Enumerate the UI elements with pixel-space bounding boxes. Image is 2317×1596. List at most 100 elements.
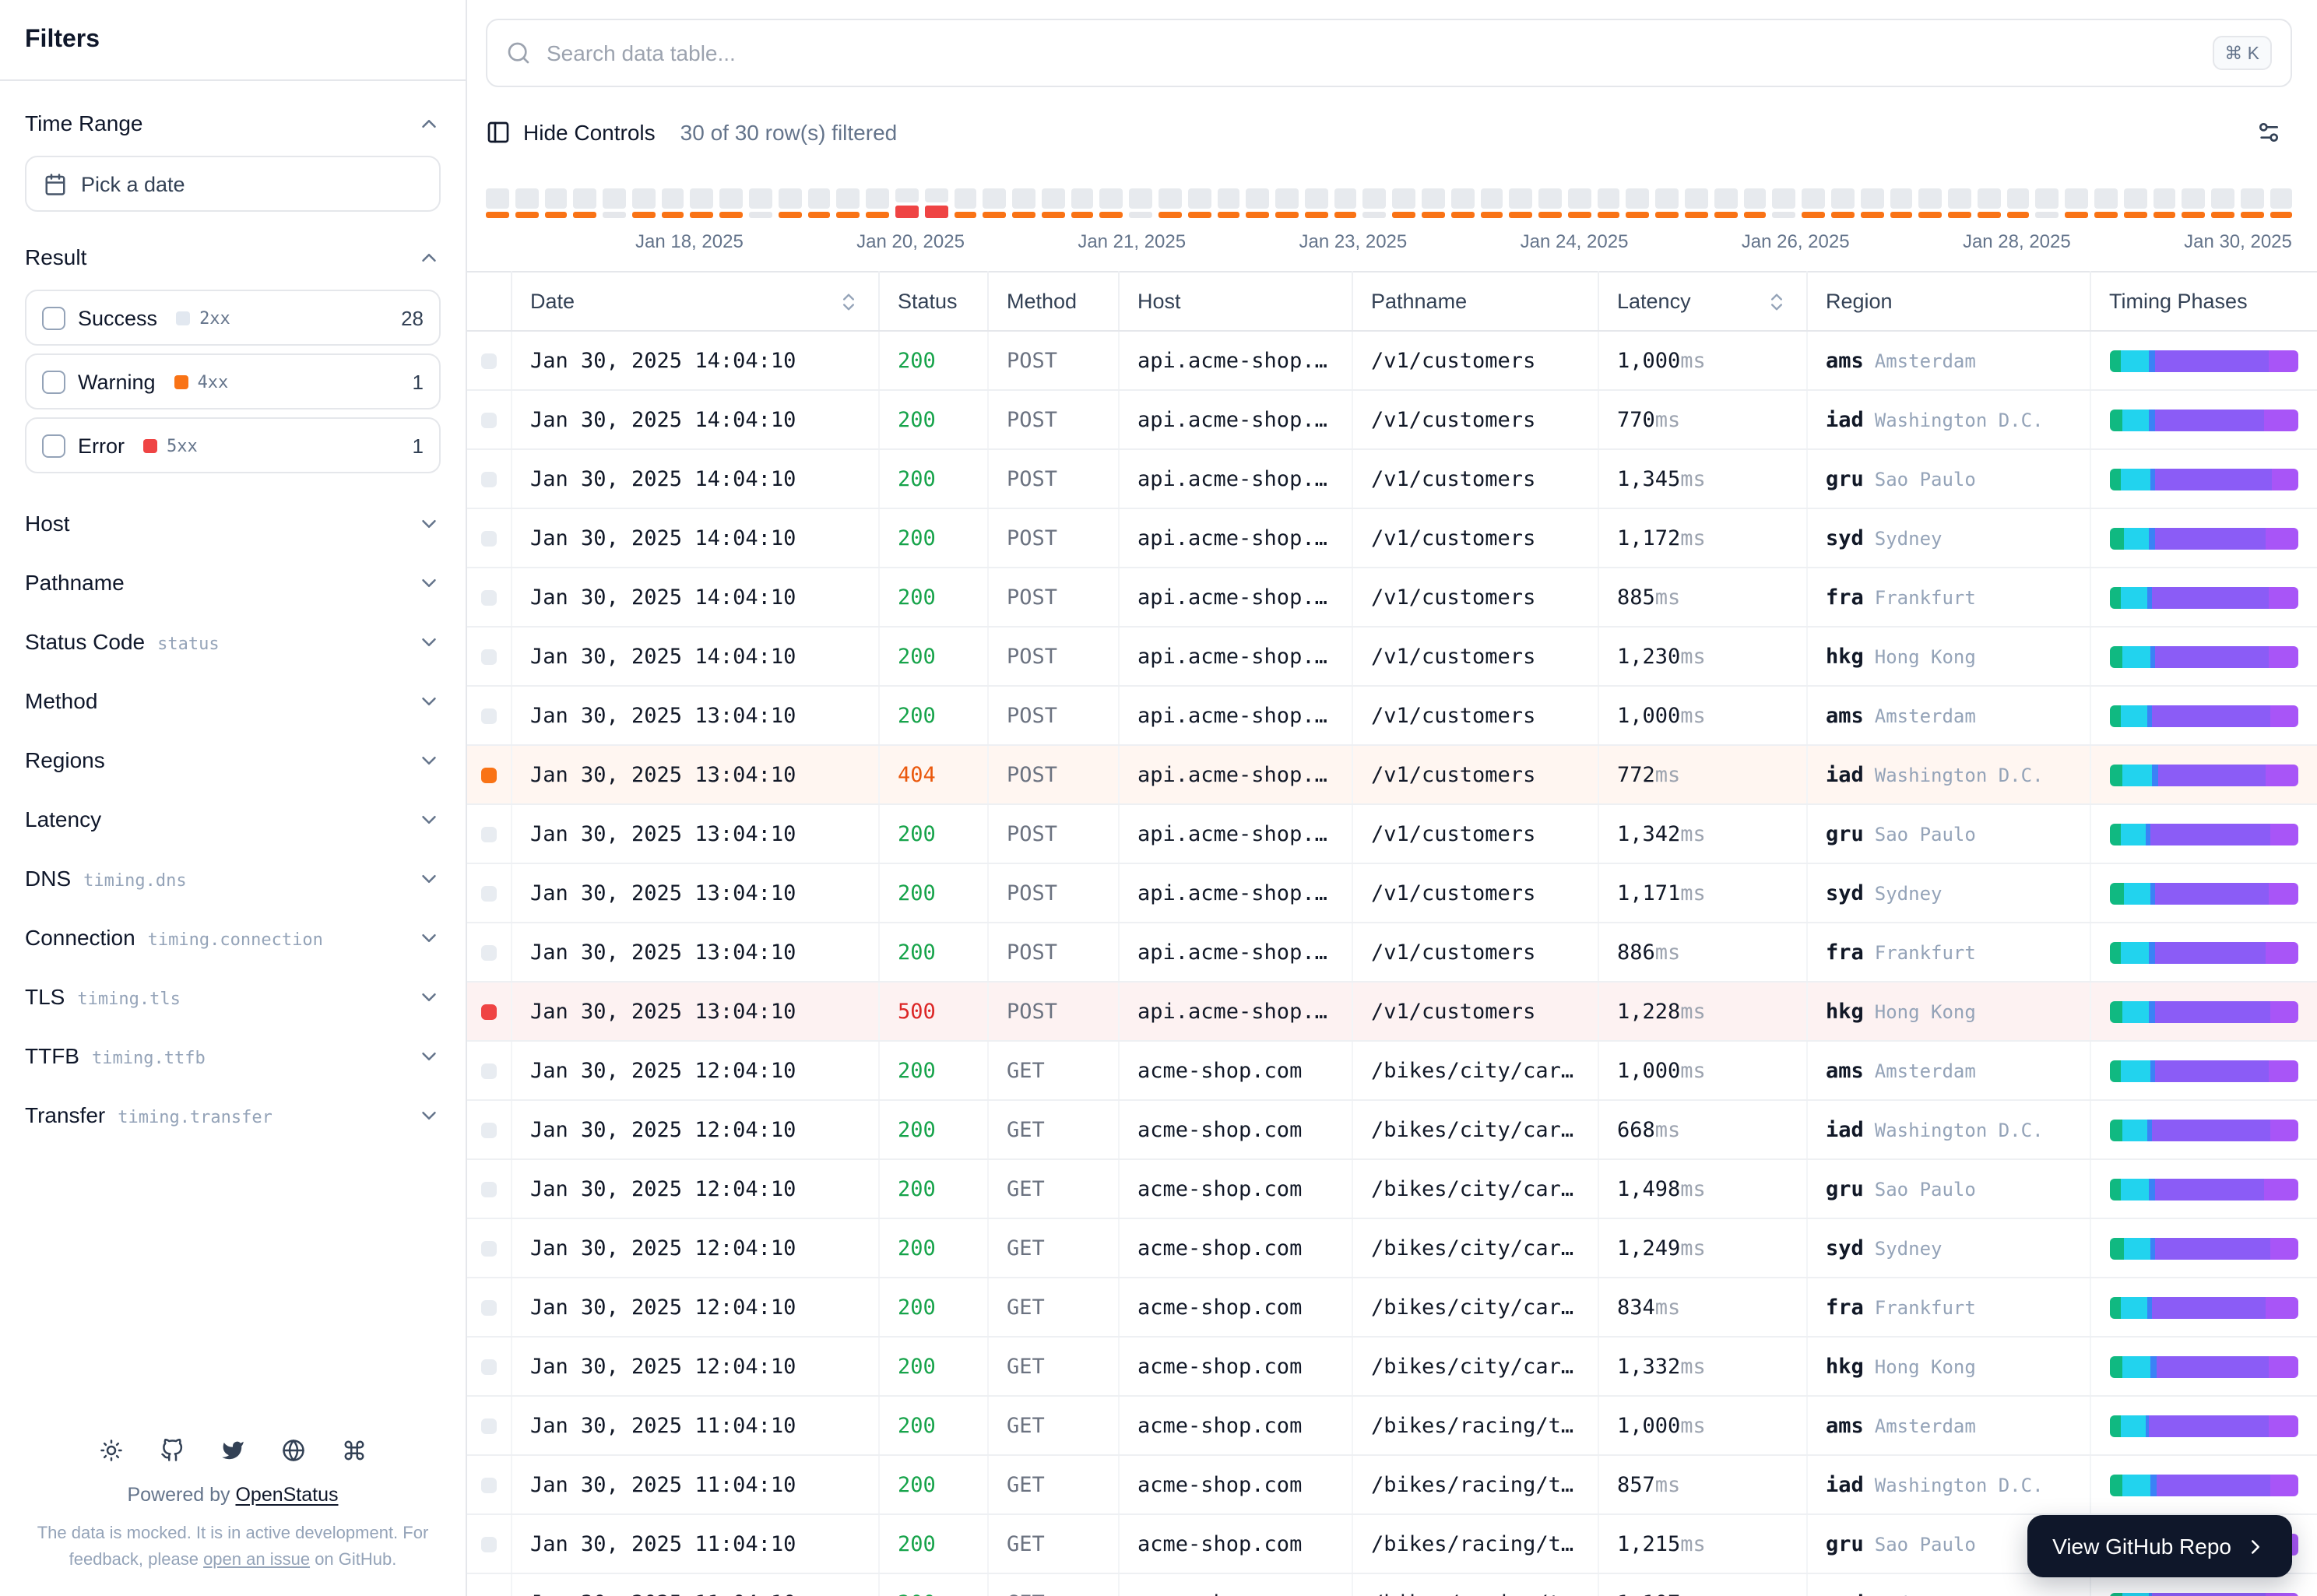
filter-section[interactable]: Status Code status	[25, 612, 441, 671]
histogram-bar[interactable]	[2006, 188, 2030, 218]
table-row[interactable]: Jan 30, 2025 12:04:10 200 GET acme-shop.…	[467, 1041, 2317, 1101]
table-row[interactable]: Jan 30, 2025 14:04:10 200 POST api.acme-…	[467, 449, 2317, 509]
histogram-bar[interactable]	[2123, 188, 2147, 218]
histogram-bar[interactable]	[690, 188, 714, 218]
histogram-bar[interactable]	[983, 188, 1007, 218]
col-date[interactable]: Date	[511, 271, 879, 332]
histogram-bar[interactable]	[544, 188, 568, 218]
histogram-bar[interactable]	[1158, 188, 1182, 218]
histogram-bar[interactable]	[515, 188, 539, 218]
command-icon[interactable]	[343, 1439, 366, 1462]
histogram-bar[interactable]	[1041, 188, 1065, 218]
filter-section[interactable]: DNS timing.dns	[25, 849, 441, 908]
histogram-bar[interactable]	[1334, 188, 1357, 218]
histogram-bar[interactable]	[807, 188, 831, 218]
view-options-button[interactable]	[2245, 109, 2292, 156]
globe-icon[interactable]	[282, 1439, 305, 1462]
histogram-bar[interactable]	[2094, 188, 2118, 218]
col-region[interactable]: Region	[1806, 271, 2090, 332]
histogram-bar[interactable]	[1362, 188, 1387, 218]
histogram-bar[interactable]	[1071, 188, 1094, 218]
histogram-bar[interactable]	[1743, 188, 1767, 218]
histogram-bar[interactable]	[749, 188, 772, 218]
filter-section[interactable]: Method	[25, 671, 441, 730]
result-option[interactable]: Error 5xx 1	[25, 417, 441, 473]
histogram-bar[interactable]	[1714, 188, 1738, 218]
search-input[interactable]	[547, 40, 2197, 65]
histogram-bar[interactable]	[1948, 188, 1971, 218]
histogram-bar[interactable]	[1685, 188, 1708, 218]
sun-icon[interactable]	[100, 1439, 123, 1462]
histogram-bar[interactable]	[1129, 188, 1152, 218]
histogram-bar[interactable]	[1217, 188, 1240, 218]
histogram-bar[interactable]	[1392, 188, 1415, 218]
table-row[interactable]: Jan 30, 2025 13:04:10 404 POST api.acme-…	[467, 745, 2317, 805]
histogram-bar[interactable]	[1655, 188, 1679, 218]
histogram-bar[interactable]	[1450, 188, 1475, 218]
filter-section[interactable]: Pathname	[25, 553, 441, 612]
histogram-bar[interactable]	[1538, 188, 1562, 218]
histogram-bar[interactable]	[866, 188, 889, 218]
table-row[interactable]: Jan 30, 2025 14:04:10 200 POST api.acme-…	[467, 627, 2317, 687]
twitter-icon[interactable]	[221, 1439, 244, 1462]
col-host[interactable]: Host	[1118, 271, 1352, 332]
table-row[interactable]: Jan 30, 2025 12:04:10 200 GET acme-shop.…	[467, 1278, 2317, 1338]
hide-controls-button[interactable]: Hide Controls	[486, 120, 656, 145]
histogram-bar[interactable]	[1860, 188, 1883, 218]
sort-icon[interactable]	[1765, 290, 1787, 312]
histogram-bar[interactable]	[2182, 188, 2206, 218]
histogram-bar[interactable]	[1918, 188, 1943, 218]
histogram-bar[interactable]	[1977, 188, 2001, 218]
histogram-bar[interactable]	[1772, 188, 1796, 218]
view-github-repo-button[interactable]: View GitHub Repo	[2027, 1515, 2292, 1577]
histogram-bar[interactable]	[2065, 188, 2088, 218]
table-row[interactable]: Jan 30, 2025 12:04:10 200 GET acme-shop.…	[467, 1218, 2317, 1278]
histogram-bar[interactable]	[1012, 188, 1035, 218]
histogram-bar[interactable]	[1275, 188, 1299, 218]
sort-icon[interactable]	[837, 290, 859, 312]
histogram-bar[interactable]	[603, 188, 626, 218]
histogram-bar[interactable]	[1567, 188, 1591, 218]
table-row[interactable]: Jan 30, 2025 14:04:10 200 POST api.acme-…	[467, 331, 2317, 391]
filter-section[interactable]: TTFB timing.ttfb	[25, 1026, 441, 1085]
checkbox[interactable]	[42, 306, 65, 329]
table-row[interactable]: Jan 30, 2025 12:04:10 200 GET acme-shop.…	[467, 1159, 2317, 1219]
histogram-bar[interactable]	[1626, 188, 1650, 218]
result-option[interactable]: Warning 4xx 1	[25, 353, 441, 410]
col-status[interactable]: Status	[878, 271, 988, 332]
histogram-bar[interactable]	[895, 188, 919, 218]
histogram-bar[interactable]	[2211, 188, 2234, 218]
table-row[interactable]: Jan 30, 2025 13:04:10 200 POST api.acme-…	[467, 804, 2317, 864]
filter-section[interactable]: Transfer timing.transfer	[25, 1085, 441, 1144]
open-issue-link[interactable]: open an issue	[203, 1551, 310, 1570]
histogram-bar[interactable]	[1830, 188, 1855, 218]
histogram-bar[interactable]	[719, 188, 744, 218]
filter-section[interactable]: TLS timing.tls	[25, 967, 441, 1026]
date-picker-trigger[interactable]: Pick a date	[25, 156, 441, 212]
filter-section[interactable]: Host	[25, 494, 441, 553]
histogram-bar[interactable]	[2035, 188, 2059, 218]
table-row[interactable]: Jan 30, 2025 13:04:10 200 POST api.acme-…	[467, 686, 2317, 746]
histogram-bar[interactable]	[573, 188, 597, 218]
col-pathname[interactable]: Pathname	[1352, 271, 1598, 332]
histogram-bar[interactable]	[2270, 188, 2293, 218]
histogram-bar[interactable]	[2240, 188, 2264, 218]
filter-section-time-range[interactable]: Time Range	[25, 93, 441, 153]
filter-section[interactable]: Connection timing.connection	[25, 908, 441, 967]
histogram-bar[interactable]	[1890, 188, 1913, 218]
histogram-bar[interactable]	[778, 188, 802, 218]
histogram-bar[interactable]	[954, 188, 977, 218]
table-row[interactable]: Jan 30, 2025 13:04:10 200 POST api.acme-…	[467, 863, 2317, 923]
checkbox[interactable]	[42, 370, 65, 393]
histogram-bar[interactable]	[2153, 188, 2176, 218]
table-row[interactable]: Jan 30, 2025 12:04:10 200 GET acme-shop.…	[467, 1337, 2317, 1397]
table-row[interactable]: Jan 30, 2025 11:04:10 200 GET acme-shop.…	[467, 1396, 2317, 1456]
table-row[interactable]: Jan 30, 2025 11:04:10 200 GET acme-shop.…	[467, 1455, 2317, 1515]
table-row[interactable]: Jan 30, 2025 13:04:10 500 POST api.acme-…	[467, 982, 2317, 1042]
histogram-bar[interactable]	[1509, 188, 1533, 218]
table-row[interactable]: Jan 30, 2025 13:04:10 200 POST api.acme-…	[467, 923, 2317, 983]
github-icon[interactable]	[160, 1438, 184, 1462]
filter-section[interactable]: Latency	[25, 789, 441, 849]
histogram-bar[interactable]	[1597, 188, 1620, 218]
histogram-bar[interactable]	[1099, 188, 1123, 218]
